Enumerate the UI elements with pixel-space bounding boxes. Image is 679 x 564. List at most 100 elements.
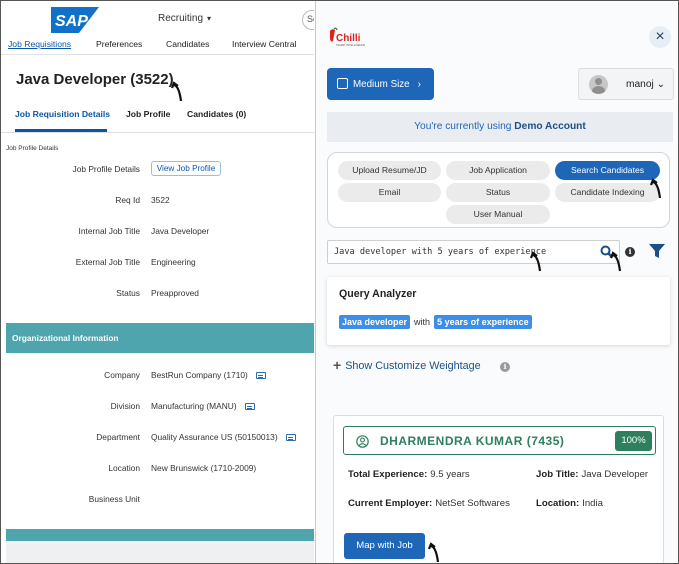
demo-account-name: Demo Account [514,121,586,132]
division-value-text: Manufacturing (MANU) [151,401,237,411]
show-customize-weightage-toggle[interactable]: + Show Customize Weightage [333,357,481,373]
nav-job-requisitions[interactable]: Job Requisitions [8,39,71,49]
medium-size-button[interactable]: Medium Size › [327,68,434,100]
menu-search-candidates[interactable]: Search Candidates [555,161,660,180]
query-analyzer-result: Java developer with 5 years of experience [339,315,532,329]
chilli-logo[interactable]: Chilli TALENT INTELLIGENCE [328,27,368,49]
field-label-company: Company [104,370,140,380]
details-card-icon[interactable] [285,434,296,442]
query-analyzer-title: Query Analyzer [339,288,417,300]
chevron-down-icon: ⌄ [656,79,666,90]
module-label: Recruiting [158,13,204,24]
menu-candidate-indexing[interactable]: Candidate Indexing [555,183,660,202]
menu-user-manual[interactable]: User Manual [446,205,550,224]
sap-logo-text: SAP [55,13,88,30]
user-name: manoj ⌄ [626,79,665,90]
user-menu[interactable]: manoj ⌄ [578,68,674,100]
tab-job-profile[interactable]: Job Profile [126,109,170,119]
menu-job-application[interactable]: Job Application [446,161,550,180]
field-value-location: New Brunswick (1710-2009) [151,463,257,473]
candidate-experience: Total Experience: 9.5 years [348,469,470,480]
active-tab-indicator [15,129,107,132]
field-value-req-id: 3522 [151,195,170,205]
pointer-arrow-icon [650,178,662,199]
global-search-input[interactable]: Se [302,10,314,30]
field-label-business-unit: Business Unit [88,494,140,504]
demo-prefix: You're currently using [414,121,512,132]
field-value-company: BestRun Company (1710) [151,370,266,380]
field-value-status: Preapproved [151,288,199,298]
chevron-down-icon: ▾ [207,14,212,23]
requisition-tabs: Job Requisition Details Job Profile Cand… [1,105,314,133]
field-label-status: Status [116,288,140,298]
candidate-location: Location: India [536,498,603,509]
size-button-label: Medium Size [353,79,410,90]
module-switcher[interactable]: Recruiting ▾ [158,13,211,24]
department-value-text: Quality Assurance US (50150013) [151,432,278,442]
tab-job-requisition-details[interactable]: Job Requisition Details [15,109,110,119]
candidate-search-input[interactable]: Java developer with 5 years of experienc… [327,240,620,264]
field-label-req-id: Req Id [115,195,140,205]
match-score-badge: 100% [615,431,652,451]
pointer-arrow-icon [610,251,622,272]
experience-label: Total Experience: [348,469,428,480]
candidate-employer: Current Employer: NetSet Softwares [348,498,510,509]
info-icon[interactable]: i [500,362,510,372]
top-nav: Job Requisitions Preferences Candidates … [1,39,314,53]
nav-preferences[interactable]: Preferences [96,39,142,49]
pointer-arrow-icon [171,81,183,102]
pointer-arrow-icon [530,251,542,272]
field-label-job-profile-details: Job Profile Details [72,164,141,174]
nav-interview-central[interactable]: Interview Central [232,39,296,49]
candidate-job-title: Job Title: Java Developer [536,469,648,480]
job-title-label: Job Title: [536,469,579,480]
candidate-header[interactable]: DHARMENDRA KUMAR (7435) 100% [343,426,656,455]
employer-value: NetSet Softwares [435,498,510,509]
query-tag-role: Java developer [339,315,411,329]
filter-icon[interactable] [649,243,665,259]
org-info-header: Organizational Information [6,323,314,353]
menu-upload-resume[interactable]: Upload Resume/JD [338,161,441,180]
weightage-label: Show Customize Weightage [345,360,481,372]
plus-icon: + [333,357,342,373]
user-name-text: manoj [626,79,654,90]
page-footer [6,541,314,563]
info-icon[interactable]: i [625,247,635,257]
resize-icon [337,78,348,89]
field-value-division: Manufacturing (MANU) [151,401,255,411]
sap-logo[interactable]: SAP [51,7,99,33]
details-card-icon[interactable] [255,372,266,380]
field-label-internal-title: Internal Job Title [78,226,140,236]
query-tag-experience: 5 years of experience [434,315,532,329]
person-icon [356,435,369,448]
map-with-job-button[interactable]: Map with Job [344,533,425,559]
field-label-division: Division [110,401,140,411]
candidate-name: DHARMENDRA KUMAR (7435) [380,434,565,448]
location-label: Location: [536,498,580,509]
field-value-internal-title: Java Developer [151,226,210,236]
tab-candidates[interactable]: Candidates (0) [187,109,246,119]
nav-candidates[interactable]: Candidates [166,39,209,49]
chevron-right-icon: › [417,79,421,90]
menu-email[interactable]: Email [338,183,441,202]
experience-value: 9.5 years [430,469,470,480]
avatar [589,75,608,94]
view-job-profile-button[interactable]: View Job Profile [151,161,221,176]
demo-account-banner: You're currently using Demo Account [327,112,673,142]
chilli-logo-tagline: TALENT INTELLIGENCE [336,43,365,47]
employer-label: Current Employer: [348,498,433,509]
page-title: Java Developer (3522) [16,71,174,88]
query-connector: with [414,317,431,327]
menu-status[interactable]: Status [446,183,550,202]
details-card-icon[interactable] [244,403,255,411]
field-value-external-title: Engineering [151,257,196,267]
section-label: Job Profile Details [6,145,59,152]
field-label-location: Location [108,463,140,473]
field-label-department: Department [96,432,140,442]
close-icon[interactable]: × [649,26,671,48]
sap-header: SAP Recruiting▾ Se Job Requisitions Pref… [1,1,314,55]
pointer-arrow-icon [428,542,440,563]
company-value-text: BestRun Company (1710) [151,370,248,380]
field-label-external-title: External Job Title [75,257,140,267]
sap-panel: SAP Recruiting▾ Se Job Requisitions Pref… [1,1,314,563]
